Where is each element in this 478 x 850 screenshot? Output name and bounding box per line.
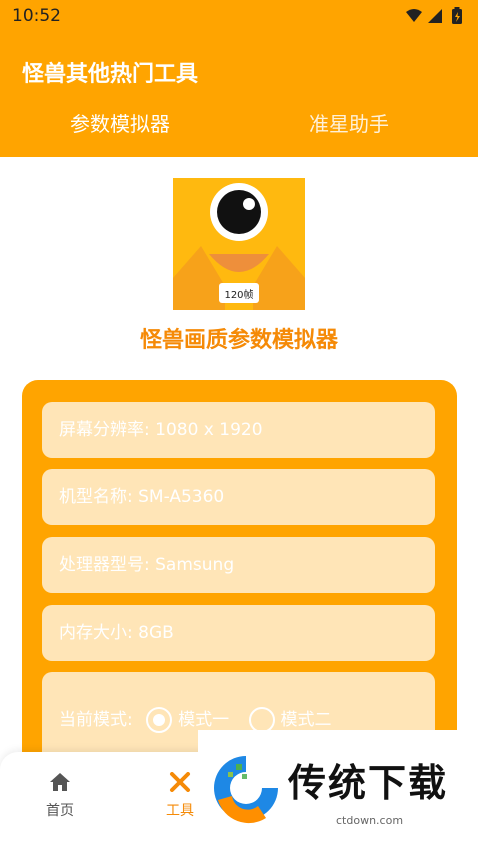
wifi-icon (406, 9, 422, 22)
page-title: 怪兽其他热门工具 (22, 62, 199, 87)
app-logo: 120帧 (173, 178, 305, 310)
logo-badge: 120帧 (224, 288, 253, 301)
field-label: 处理器型号: (59, 555, 150, 575)
tools-icon (170, 772, 190, 792)
status-time: 10:52 (12, 6, 61, 26)
field-processor[interactable]: 处理器型号: Samsung (42, 537, 435, 593)
tab-param-simulator[interactable]: 参数模拟器 (10, 108, 230, 137)
nav-label: 首页 (46, 803, 74, 819)
field-label: 屏幕分辨率: (59, 420, 150, 440)
watermark-logo-icon (214, 756, 278, 824)
field-value: SM-A5360 (138, 487, 225, 507)
mode-label: 当前模式: (59, 710, 133, 730)
watermark: 传统下载 ctdown.com (198, 730, 478, 830)
radio-mode-1[interactable] (146, 707, 173, 733)
tab-crosshair-helper[interactable]: 准星助手 (239, 108, 459, 137)
watermark-url: ctdown.com (336, 814, 404, 827)
mode-option-label: 模式一 (178, 710, 230, 730)
nav-item-home[interactable]: 首页 (30, 772, 90, 820)
watermark-text: 传统下载 (288, 761, 449, 805)
home-icon (50, 773, 70, 791)
mode-option-label: 模式二 (280, 710, 332, 730)
app-bar: 怪兽其他热门工具 参数模拟器 准星助手 (0, 32, 478, 157)
field-label: 内存大小: (59, 623, 133, 643)
app-name: 怪兽画质参数模拟器 (139, 328, 338, 353)
field-resolution[interactable]: 屏幕分辨率: 1080 x 1920 (42, 402, 435, 458)
field-memory[interactable]: 内存大小: 8GB (42, 605, 435, 661)
signal-icon (428, 9, 442, 23)
field-label: 机型名称: (59, 487, 133, 507)
status-icons (406, 7, 462, 24)
field-value: 8GB (138, 623, 174, 643)
field-model-name[interactable]: 机型名称: SM-A5360 (42, 469, 435, 525)
status-bar: 10:52 (0, 0, 478, 32)
field-value: 1080 x 1920 (155, 420, 263, 440)
field-value: Samsung (155, 555, 235, 575)
